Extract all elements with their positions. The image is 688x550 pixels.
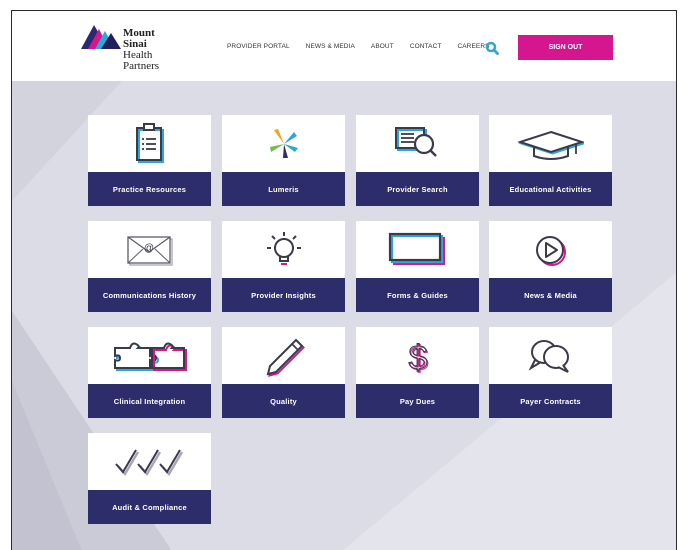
tile-practice-resources[interactable]: Practice Resources [88, 115, 211, 206]
tile-icon-area [222, 327, 345, 384]
nav-provider-portal[interactable]: PROVIDER PORTAL [227, 43, 290, 50]
clipboard-icon [135, 122, 164, 163]
tile-quality[interactable]: Quality [222, 327, 345, 418]
forms-frame-icon [388, 232, 445, 265]
tile-label: Forms & Guides [356, 278, 479, 312]
envelope-icon: @ [126, 235, 173, 266]
main-nav: PROVIDER PORTAL NEWS & MEDIA ABOUT CONTA… [227, 43, 506, 50]
tile-icon-area [88, 115, 211, 172]
tile-icon-area [356, 221, 479, 278]
tile-icon-area [88, 327, 211, 384]
tile-communications-history[interactable]: @ Communications History [88, 221, 211, 312]
tile-label: Quality [222, 384, 345, 418]
tile-label: Audit & Compliance [88, 490, 211, 524]
svg-text:@: @ [143, 243, 153, 254]
logo-mark-icon [81, 25, 121, 49]
tile-label: News & Media [489, 278, 612, 312]
tile-lumeris[interactable]: Lumeris [222, 115, 345, 206]
pencil-icon [266, 338, 305, 377]
nav-news-media[interactable]: NEWS & MEDIA [306, 43, 355, 50]
svg-text:$: $ [408, 339, 427, 377]
graduation-cap-icon [517, 130, 584, 160]
tile-label: Clinical Integration [88, 384, 211, 418]
lumeris-logo-icon [269, 128, 298, 158]
dollar-icon: $ $ [407, 338, 428, 378]
tile-audit-compliance[interactable]: Audit & Compliance [88, 433, 211, 524]
play-icon [535, 235, 566, 266]
mount-sinai-logo[interactable]: Mount Sinai Health Partners [81, 25, 171, 72]
nav-about[interactable]: ABOUT [371, 43, 394, 50]
tile-label: Practice Resources [88, 172, 211, 206]
brand-line-4: Partners [123, 60, 160, 72]
checkmarks-icon [114, 448, 183, 476]
tile-icon-area [222, 221, 345, 278]
tile-payer-contracts[interactable]: Payer Contracts [489, 327, 612, 418]
search-icon[interactable] [485, 41, 499, 55]
tile-forms-guides[interactable]: Forms & Guides [356, 221, 479, 312]
nav-contact[interactable]: CONTACT [410, 43, 442, 50]
tile-icon-area: $ $ [356, 327, 479, 384]
tile-icon-area [489, 115, 612, 172]
tile-label: Educational Activities [489, 172, 612, 206]
tile-clinical-integration[interactable]: Clinical Integration [88, 327, 211, 418]
tile-icon-area: @ [88, 221, 211, 278]
tile-icon-area [489, 327, 612, 384]
document-search-icon [394, 126, 437, 157]
tile-label: Provider Search [356, 172, 479, 206]
logo-text: Mount Sinai Health Partners [123, 28, 159, 72]
chat-bubbles-icon [528, 339, 569, 373]
tile-label: Pay Dues [356, 384, 479, 418]
tile-provider-insights[interactable]: Provider Insights [222, 221, 345, 312]
tile-provider-search[interactable]: Provider Search [356, 115, 479, 206]
tile-pay-dues[interactable]: $ $ Pay Dues [356, 327, 479, 418]
page-frame: Mount Sinai Health Partners PROVIDER POR… [11, 10, 677, 550]
lightbulb-icon [266, 231, 301, 265]
tile-icon-area [88, 433, 211, 490]
tile-label: Payer Contracts [489, 384, 612, 418]
tile-educational-activities[interactable]: Educational Activities [489, 115, 612, 206]
tile-icon-area [356, 115, 479, 172]
puzzle-icon [113, 342, 187, 371]
tile-label: Lumeris [222, 172, 345, 206]
tile-icon-area [489, 221, 612, 278]
tile-label: Provider Insights [222, 278, 345, 312]
tile-news-media[interactable]: News & Media [489, 221, 612, 312]
sign-out-button[interactable]: SIGN OUT [518, 35, 613, 60]
tile-label: Communications History [88, 278, 211, 312]
tile-icon-area [222, 115, 345, 172]
site-header: Mount Sinai Health Partners PROVIDER POR… [12, 11, 676, 81]
